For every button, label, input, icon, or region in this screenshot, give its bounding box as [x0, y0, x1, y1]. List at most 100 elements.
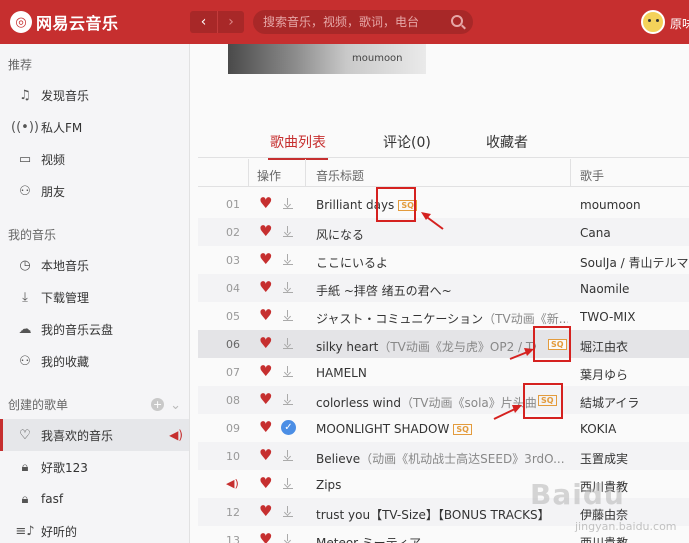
avatar[interactable] — [641, 10, 665, 34]
table-row[interactable]: 10 ♥ Believe（动画《机动战士高达SEED》3rdO... 玉置成実 — [198, 442, 689, 470]
download-icon[interactable] — [283, 366, 293, 377]
sidebar-item-playlist-3[interactable]: ≡♪ 好听的 — [0, 515, 189, 543]
song-artist[interactable]: 結城アイラ — [580, 394, 688, 411]
back-button[interactable]: ‹ — [190, 11, 217, 33]
song-title: 手紙 ~拝啓 绪五の君へ~ — [316, 284, 452, 298]
baidu-watermark: Baidu — [530, 478, 625, 511]
song-artist[interactable]: SoulJa / 青山テルマ — [580, 254, 688, 271]
heart-icon[interactable]: ♥ — [259, 448, 272, 463]
heart-icon[interactable]: ♥ — [259, 280, 272, 295]
search-input[interactable]: 搜索音乐，视频，歌词，电台 — [253, 10, 473, 34]
search-placeholder: 搜索音乐，视频，歌词，电台 — [263, 15, 420, 29]
song-artist[interactable]: moumoon — [580, 198, 688, 212]
download-icon[interactable] — [283, 338, 293, 349]
sidebar-item-label: 好歌123 — [41, 460, 88, 475]
table-row[interactable]: 05 ♥ ジャスト・コミュニケーション（TV动画《新... TWO-MIX — [198, 302, 689, 330]
song-title: MOONLIGHT SHADOW SQ — [316, 422, 568, 436]
column-divider — [248, 159, 249, 187]
table-row[interactable]: 04 ♥ 手紙 ~拝啓 绪五の君へ~ Naomile — [198, 274, 689, 302]
heart-icon[interactable]: ♥ — [259, 308, 272, 323]
heart-icon[interactable]: ♥ — [259, 392, 272, 407]
sidebar-item-label: 发现音乐 — [41, 88, 90, 103]
sidebar-item-local-music[interactable]: ◷ 本地音乐 — [0, 249, 189, 281]
song-artist[interactable]: 西川貴教 — [580, 534, 688, 543]
add-playlist-icon[interactable]: + — [151, 398, 165, 411]
song-title: Believe（动画《机动战士高达SEED》3rdO... — [316, 452, 565, 466]
sidebar-item-friends[interactable]: ⚇ 朋友 — [0, 175, 189, 207]
tab-song-list[interactable]: 歌曲列表 — [268, 132, 328, 160]
download-icon: ⤓ — [22, 289, 28, 305]
playlist-icon: ≡♪ — [15, 523, 35, 539]
chevron-right-icon: › — [228, 14, 234, 30]
download-icon[interactable] — [283, 534, 293, 543]
sidebar-item-collection[interactable]: ⚇ 我的收藏 — [0, 345, 189, 377]
chevron-down-icon[interactable]: ⌄ — [170, 398, 181, 413]
heart-icon[interactable]: ♥ — [259, 504, 272, 519]
track-number: 04 — [226, 282, 240, 295]
table-row[interactable]: 03 ♥ ここにいるよ SoulJa / 青山テルマ — [198, 246, 689, 274]
sidebar-item-discover[interactable]: ♫ 发现音乐 — [0, 79, 189, 111]
song-artist[interactable]: 堀江由衣 — [580, 338, 688, 355]
heart-icon[interactable]: ♥ — [259, 532, 272, 543]
playlist-cover[interactable]: moumoon — [228, 44, 426, 74]
playlist-controls: + ⌄ — [151, 398, 181, 413]
download-icon[interactable] — [283, 198, 293, 209]
table-row[interactable]: 07 ♥ HAMELN 葉月ゆら — [198, 358, 689, 386]
song-artist[interactable]: KOKIA — [580, 422, 688, 436]
download-icon[interactable] — [283, 478, 293, 489]
forward-button[interactable]: › — [217, 11, 244, 33]
username[interactable]: 原味 — [670, 15, 689, 32]
sidebar-item-video[interactable]: ▭ 视频 — [0, 143, 189, 175]
local-music-icon: ◷ — [19, 257, 31, 273]
track-number: 03 — [226, 254, 240, 267]
download-icon[interactable] — [283, 226, 293, 237]
annotation-highlight-box — [523, 383, 563, 419]
heart-outline-icon: ♡ — [19, 427, 31, 443]
track-number: 07 — [226, 366, 240, 379]
table-row[interactable]: 08 ♥ colorless wind（TV动画《sola》片头曲） SQ 結城… — [198, 386, 689, 414]
song-artist[interactable]: TWO-MIX — [580, 310, 688, 324]
download-icon[interactable] — [283, 506, 293, 517]
app-name: 网易云音乐 — [36, 14, 119, 33]
heart-icon[interactable]: ♥ — [259, 336, 272, 351]
search-icon[interactable] — [451, 15, 463, 27]
collection-icon: ⚇ — [19, 353, 31, 369]
sidebar-item-playlist-2[interactable]: 🔒︎ fasf — [0, 483, 189, 515]
playlist-tabs: 歌曲列表 评论(0) 收藏者 — [198, 126, 689, 160]
heart-icon[interactable]: ♥ — [259, 252, 272, 267]
download-icon[interactable] — [283, 310, 293, 321]
download-icon[interactable] — [283, 282, 293, 293]
download-icon[interactable] — [283, 254, 293, 265]
download-icon[interactable] — [283, 394, 293, 405]
heart-icon[interactable]: ♥ — [259, 476, 272, 491]
column-title[interactable]: 音乐标题 — [316, 167, 364, 184]
video-icon: ▭ — [18, 151, 32, 167]
app-logo[interactable]: ◎ 网易云音乐 — [10, 9, 119, 35]
cloud-icon: ☁ — [18, 321, 32, 337]
heart-icon[interactable]: ♥ — [259, 420, 272, 435]
heart-icon[interactable]: ♥ — [259, 196, 272, 211]
song-artist[interactable]: 玉置成実 — [580, 450, 688, 467]
sidebar-item-liked-music[interactable]: ♡ 我喜欢的音乐 ◀) — [0, 419, 189, 451]
sidebar-item-label: 朋友 — [41, 184, 66, 199]
table-row-selected[interactable]: 06 ♥ silky heart（TV动画《龙与虎》OP2 / TV... SQ… — [198, 330, 689, 358]
sidebar-item-cloud[interactable]: ☁ 我的音乐云盘 — [0, 313, 189, 345]
sidebar-item-fm[interactable]: ((•)) 私人FM — [0, 111, 189, 143]
tab-comments[interactable]: 评论(0) — [383, 132, 431, 152]
download-icon[interactable] — [283, 450, 293, 461]
song-artist[interactable]: 葉月ゆら — [580, 366, 688, 383]
now-playing-speaker-icon: ◀) — [226, 477, 239, 490]
section-recommend: 推荐 — [8, 58, 33, 72]
song-artist[interactable]: Cana — [580, 226, 688, 240]
table-row[interactable]: 09 ♥ ✓ MOONLIGHT SHADOW SQ KOKIA — [198, 414, 689, 442]
song-artist[interactable]: Naomile — [580, 282, 688, 296]
tab-collectors[interactable]: 收藏者 — [486, 132, 528, 152]
heart-icon[interactable]: ♥ — [259, 224, 272, 239]
sidebar-item-playlist-1[interactable]: 🔒︎ 好歌123 — [0, 451, 189, 483]
column-action: 操作 — [257, 169, 282, 183]
sidebar-item-downloads[interactable]: ⤓ 下载管理 — [0, 281, 189, 313]
column-artist[interactable]: 歌手 — [580, 167, 604, 184]
music-note-icon: ♫ — [19, 87, 31, 103]
sidebar-item-label: 私人FM — [41, 120, 83, 135]
heart-icon[interactable]: ♥ — [259, 364, 272, 379]
